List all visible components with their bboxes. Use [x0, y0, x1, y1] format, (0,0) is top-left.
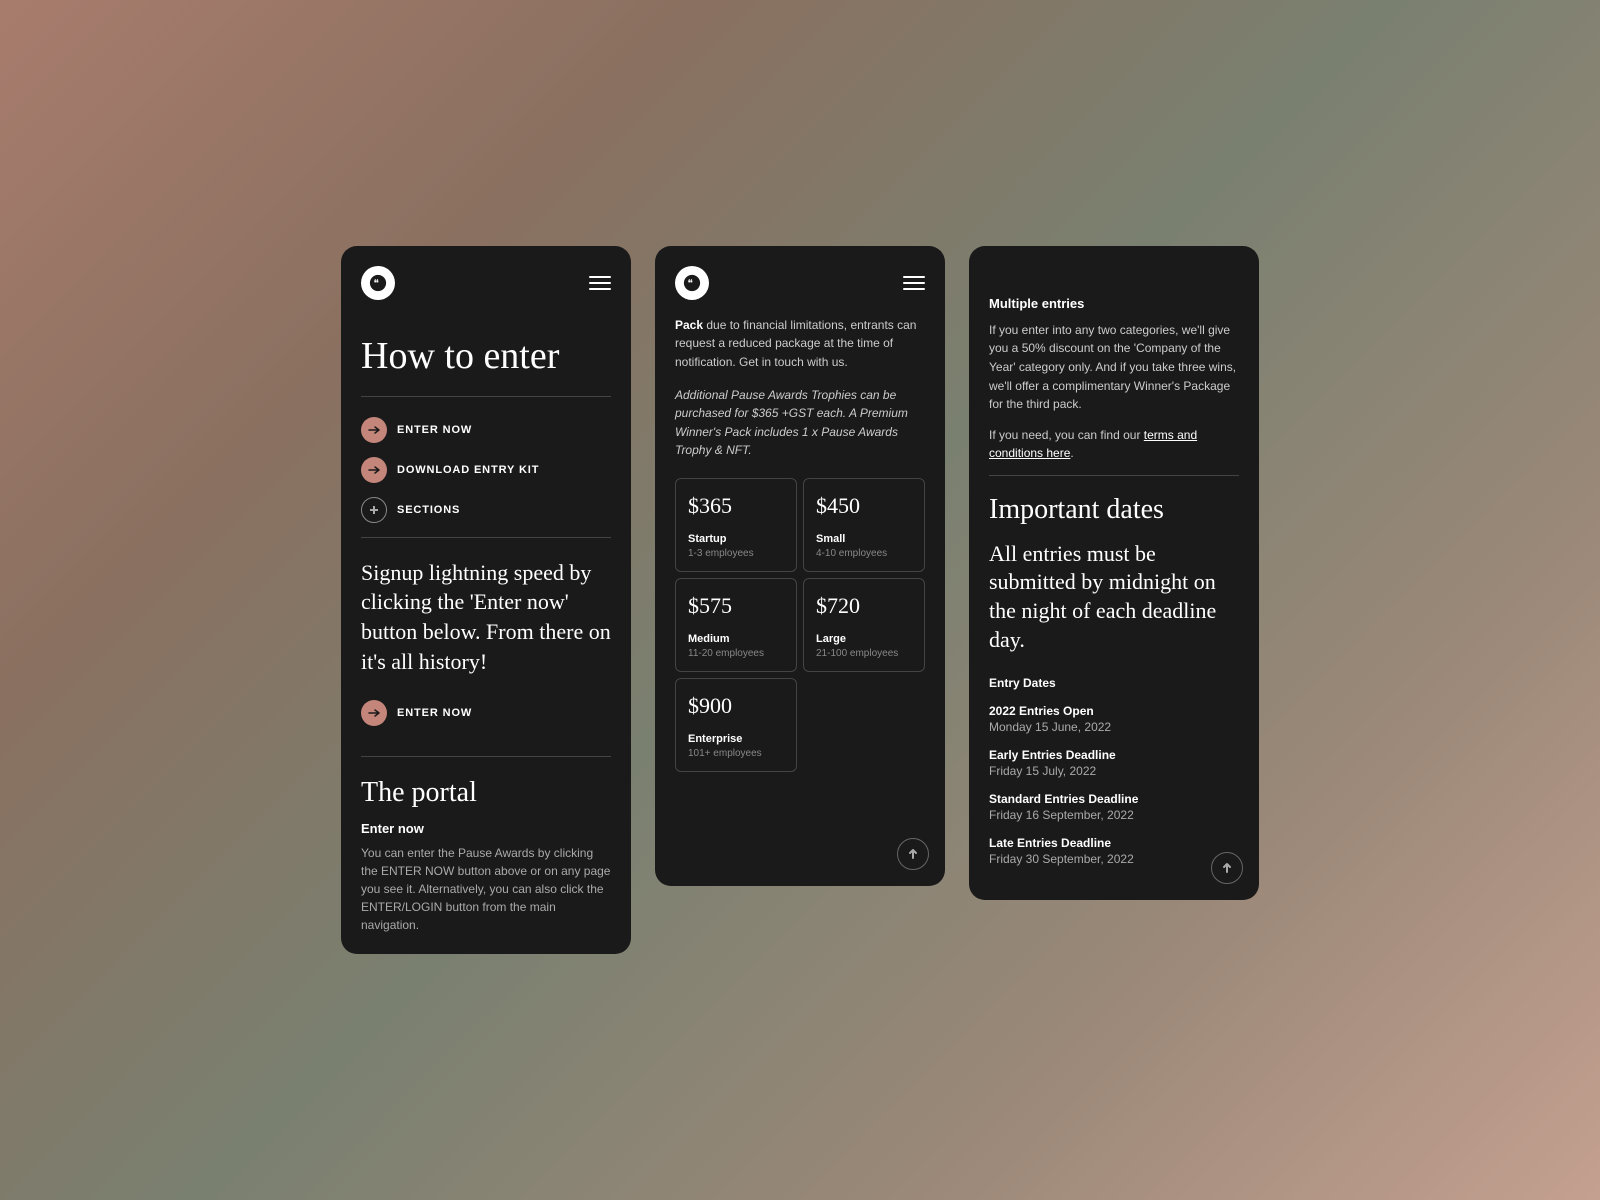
enter-now-button-label: ENTER NOW	[397, 707, 472, 719]
price-startup-amount: $365	[688, 493, 784, 519]
price-small-amount: $450	[816, 493, 912, 519]
price-medium-amount: $575	[688, 593, 784, 619]
arrow-icon-2	[361, 457, 387, 483]
enter-now-nav[interactable]: ENTER NOW	[361, 417, 611, 443]
date-standard-title: Standard Entries Deadline	[989, 792, 1239, 806]
tc-pretext: If you need, you can find our	[989, 428, 1140, 442]
scroll-up-button[interactable]	[897, 838, 929, 870]
price-card-startup: $365 Startup 1-3 employees	[675, 478, 797, 572]
date-entries-open-value: Monday 15 June, 2022	[989, 720, 1239, 734]
price-card-small: $450 Small 4-10 employees	[803, 478, 925, 572]
enter-now-nav-label: ENTER NOW	[397, 424, 472, 436]
portal-text: You can enter the Pause Awards by clicki…	[361, 844, 611, 934]
date-late-deadline: Late Entries Deadline Friday 30 Septembe…	[989, 836, 1239, 866]
pack-bold: Pack	[675, 318, 703, 332]
enter-now-subtitle: Enter now	[361, 821, 611, 836]
enter-now-arrow-icon	[361, 700, 387, 726]
entry-dates-label: Entry Dates	[989, 676, 1239, 690]
date-entries-open-title: 2022 Entries Open	[989, 704, 1239, 718]
pack-italic-text: Additional Pause Awards Trophies can be …	[675, 386, 925, 460]
arrow-icon	[361, 417, 387, 443]
panel3-header	[969, 246, 1259, 296]
multiple-entries-title: Multiple entries	[989, 296, 1239, 311]
panel2-header: ❝	[655, 246, 945, 316]
price-enterprise-amount: $900	[688, 693, 784, 719]
multiple-entries-text2: If you need, you can find our terms and …	[989, 426, 1239, 463]
date-early-value: Friday 15 July, 2022	[989, 764, 1239, 778]
panel1-header: ❝	[341, 246, 631, 316]
plus-icon	[361, 497, 387, 523]
scroll-up-button-3[interactable]	[1211, 852, 1243, 884]
download-entry-kit-label: DOWNLOAD ENTRY KIT	[397, 464, 539, 476]
download-entry-kit-nav[interactable]: DOWNLOAD ENTRY KIT	[361, 457, 611, 483]
price-small-tier: Small	[816, 533, 912, 545]
price-card-enterprise: $900 Enterprise 101+ employees	[675, 678, 797, 772]
price-large-amount: $720	[816, 593, 912, 619]
panel-how-to-enter: ❝ How to enter ENTER NOW	[341, 246, 631, 955]
important-dates-title: Important dates	[989, 494, 1239, 526]
signup-text: Signup lightning speed by clicking the '…	[361, 558, 611, 677]
svg-text:❝: ❝	[374, 278, 379, 289]
date-early-deadline: Early Entries Deadline Friday 15 July, 2…	[989, 748, 1239, 778]
divider-panel3	[989, 475, 1239, 476]
date-standard-value: Friday 16 September, 2022	[989, 808, 1239, 822]
date-late-value: Friday 30 September, 2022	[989, 852, 1239, 866]
date-late-title: Late Entries Deadline	[989, 836, 1239, 850]
page-title: How to enter	[361, 336, 611, 378]
pricing-grid-top: $365 Startup 1-3 employees $450 Small 4-…	[675, 478, 925, 672]
pack-description: Pack due to financial limitations, entra…	[675, 316, 925, 372]
price-enterprise-employees: 101+ employees	[688, 748, 784, 759]
portal-title: The portal	[361, 777, 611, 809]
all-entries-text: All entries must be submitted by midnigh…	[989, 540, 1239, 654]
price-card-large: $720 Large 21-100 employees	[803, 578, 925, 672]
panels-container: ❝ How to enter ENTER NOW	[301, 206, 1299, 995]
date-early-title: Early Entries Deadline	[989, 748, 1239, 762]
logo: ❝	[361, 266, 395, 300]
pack-rest: due to financial limitations, entrants c…	[675, 318, 916, 369]
price-enterprise-tier: Enterprise	[688, 733, 784, 745]
price-card-medium: $575 Medium 11-20 employees	[675, 578, 797, 672]
price-startup-employees: 1-3 employees	[688, 548, 784, 559]
sections-nav[interactable]: SECTIONS	[361, 497, 611, 523]
tc-period: .	[1070, 446, 1073, 460]
divider-top	[361, 396, 611, 397]
panel-pricing: ❝ Pack due to financial limitations, ent…	[655, 246, 945, 886]
price-medium-tier: Medium	[688, 633, 784, 645]
svg-text:❝: ❝	[688, 278, 693, 289]
date-standard-deadline: Standard Entries Deadline Friday 16 Sept…	[989, 792, 1239, 822]
sections-label: SECTIONS	[397, 504, 460, 516]
logo-2: ❝	[675, 266, 709, 300]
menu-icon-2[interactable]	[903, 276, 925, 290]
price-startup-tier: Startup	[688, 533, 784, 545]
price-large-tier: Large	[816, 633, 912, 645]
multiple-entries-text1: If you enter into any two categories, we…	[989, 321, 1239, 414]
price-medium-employees: 11-20 employees	[688, 648, 784, 659]
price-small-employees: 4-10 employees	[816, 548, 912, 559]
panel-dates: Multiple entries If you enter into any t…	[969, 246, 1259, 901]
enter-now-button[interactable]: ENTER NOW	[361, 700, 611, 726]
menu-icon[interactable]	[589, 276, 611, 290]
price-large-employees: 21-100 employees	[816, 648, 912, 659]
divider-mid	[361, 537, 611, 538]
divider-bottom	[361, 756, 611, 757]
date-entries-open: 2022 Entries Open Monday 15 June, 2022	[989, 704, 1239, 734]
